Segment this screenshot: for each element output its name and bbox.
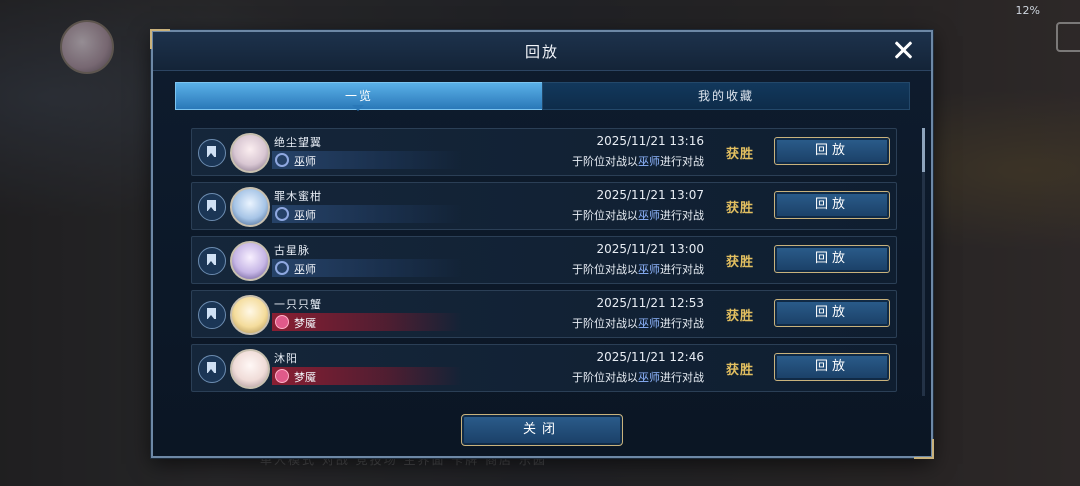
class-name: 巫师 — [294, 209, 316, 222]
class-name: 巫师 — [294, 155, 316, 168]
bookmark-icon[interactable] — [198, 355, 226, 383]
opponent-portrait — [230, 241, 270, 281]
bookmark-icon[interactable] — [198, 247, 226, 275]
tab-bar: 一览 我的收藏 — [175, 82, 910, 111]
replay-button[interactable]: 回放 — [774, 299, 890, 327]
replay-button[interactable]: 回放 — [774, 245, 890, 273]
opponent-name: 罪木蜜柑 — [274, 190, 322, 203]
match-result: 获胜 — [726, 309, 755, 324]
opponent-name: 沐阳 — [274, 352, 298, 365]
dialog-title-bar: 回放 — [153, 32, 931, 71]
tab-overview[interactable]: 一览 — [175, 82, 543, 111]
scroll-thumb[interactable] — [922, 128, 925, 172]
opponent-portrait — [230, 349, 270, 389]
replay-button[interactable]: 回放 — [774, 353, 890, 381]
match-description: 于阶位对战以巫师进行对战 — [572, 209, 704, 222]
close-button[interactable]: 关闭 — [461, 414, 623, 446]
add-icon — [1023, 24, 1049, 50]
match-result: 获胜 — [726, 147, 755, 162]
bookmark-icon[interactable] — [198, 193, 226, 221]
wizard-class-icon — [275, 261, 289, 275]
opponent-portrait — [230, 187, 270, 227]
tab-my-favorites[interactable]: 我的收藏 — [542, 82, 910, 110]
replay-row: 一只只蟹 梦魇 2025/11/21 12:53 于阶位对战以巫师进行对战 获胜… — [191, 290, 897, 338]
grid-menu-icon — [1056, 22, 1080, 52]
class-banner: 梦魇 — [272, 367, 462, 385]
dialog-title: 回放 — [524, 43, 559, 61]
close-icon[interactable] — [891, 38, 915, 62]
wizard-class-icon — [275, 207, 289, 221]
class-banner: 巫师 — [272, 259, 462, 277]
class-name: 梦魇 — [294, 371, 316, 384]
match-datetime: 2025/11/21 13:00 — [596, 242, 704, 256]
opponent-name: 古星脉 — [274, 244, 310, 257]
bookmark-icon[interactable] — [198, 301, 226, 329]
match-description: 于阶位对战以巫师进行对战 — [572, 263, 704, 276]
replay-dialog: 回放 一览 我的收藏 绝尘望翼 巫师 2025/11/21 13:16 于阶位对… — [150, 29, 934, 459]
player-avatar — [60, 20, 114, 74]
replay-button[interactable]: 回放 — [774, 191, 890, 219]
opponent-portrait — [230, 295, 270, 335]
class-banner: 梦魇 — [272, 313, 462, 331]
class-banner: 巫师 — [272, 205, 462, 223]
class-name: 梦魇 — [294, 317, 316, 330]
opponent-portrait — [230, 133, 270, 173]
match-result: 获胜 — [726, 201, 755, 216]
class-banner: 巫师 — [272, 151, 462, 169]
opponent-name: 一只只蟹 — [274, 298, 322, 311]
replay-row: 古星脉 巫师 2025/11/21 13:00 于阶位对战以巫师进行对战 获胜 … — [191, 236, 897, 284]
bookmark-icon[interactable] — [198, 139, 226, 167]
nightmare-class-icon — [275, 369, 289, 383]
replay-row: 沐阳 梦魇 2025/11/21 12:46 于阶位对战以巫师进行对战 获胜 回… — [191, 344, 897, 392]
match-description: 于阶位对战以巫师进行对战 — [572, 317, 704, 330]
match-datetime: 2025/11/21 12:46 — [596, 350, 704, 364]
wizard-class-icon — [275, 153, 289, 167]
replay-button[interactable]: 回放 — [774, 137, 890, 165]
background-right-panel — [928, 0, 1080, 486]
nightmare-class-icon — [275, 315, 289, 329]
opponent-name: 绝尘望翼 — [274, 136, 322, 149]
list-scrollbar[interactable] — [922, 128, 925, 396]
replay-list: 绝尘望翼 巫师 2025/11/21 13:16 于阶位对战以巫师进行对战 获胜… — [191, 128, 897, 396]
match-result: 获胜 — [726, 363, 755, 378]
replay-row: 罪木蜜柑 巫师 2025/11/21 13:07 于阶位对战以巫师进行对战 获胜… — [191, 182, 897, 230]
class-name: 巫师 — [294, 263, 316, 276]
match-datetime: 2025/11/21 12:53 — [596, 296, 704, 310]
background-left-panel — [0, 0, 150, 486]
match-datetime: 2025/11/21 13:07 — [596, 188, 704, 202]
replay-row: 绝尘望翼 巫师 2025/11/21 13:16 于阶位对战以巫师进行对战 获胜… — [191, 128, 897, 176]
match-result: 获胜 — [726, 255, 755, 270]
match-description: 于阶位对战以巫师进行对战 — [572, 371, 704, 384]
match-datetime: 2025/11/21 13:16 — [596, 134, 704, 148]
match-description: 于阶位对战以巫师进行对战 — [572, 155, 704, 168]
